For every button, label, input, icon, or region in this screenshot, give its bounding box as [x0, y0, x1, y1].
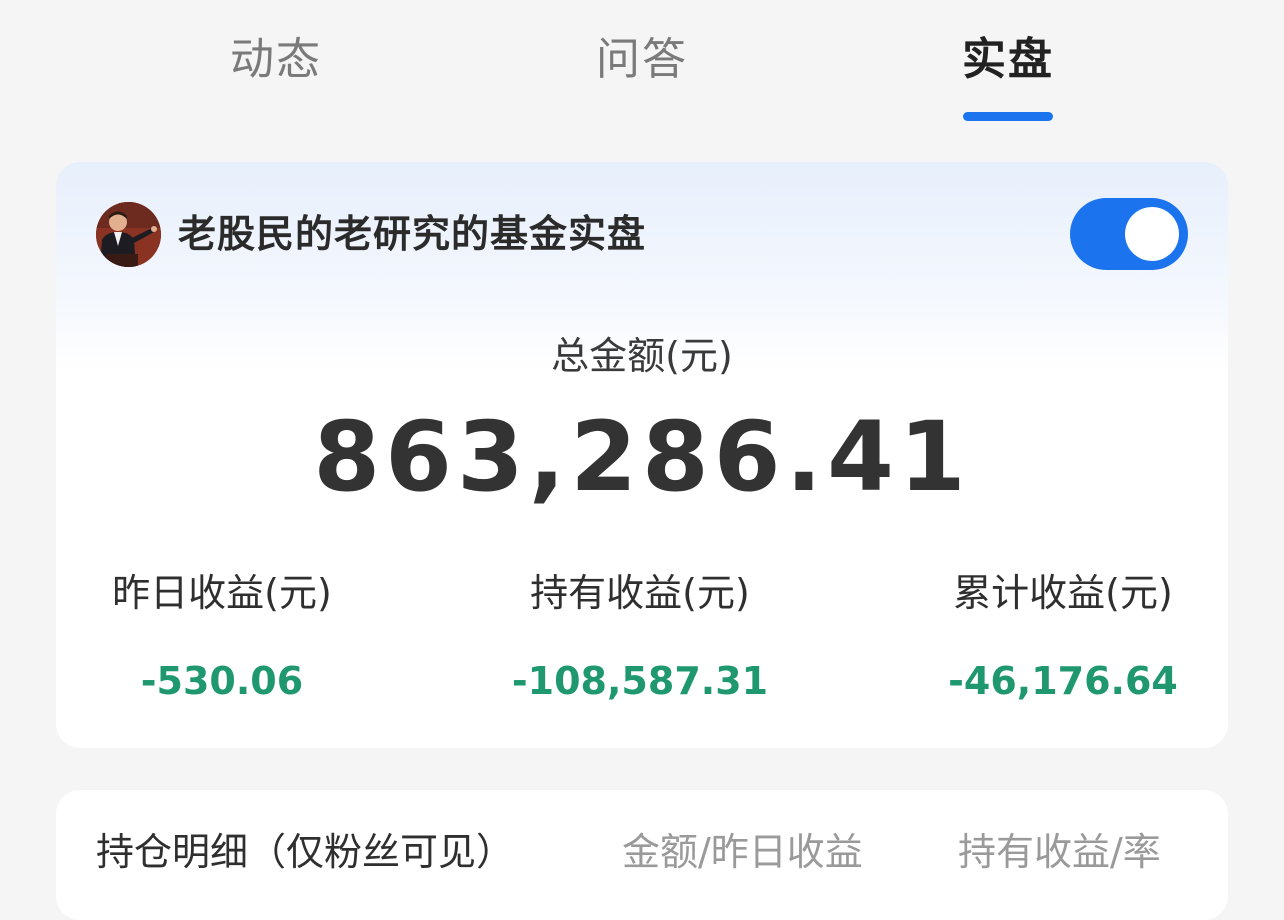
avatar-image: [96, 202, 161, 267]
stat-label: 累计收益(元): [953, 571, 1173, 615]
total-amount-value: 863,286.41: [313, 401, 971, 513]
tab-qa[interactable]: 问答: [592, 28, 692, 92]
toggle-knob: [1125, 207, 1179, 261]
tab-real-portfolio[interactable]: 实盘: [958, 28, 1058, 92]
stat-value: -530.06: [140, 659, 304, 703]
stat-label: 昨日收益(元): [112, 571, 332, 615]
tab-dynamics[interactable]: 动态: [226, 28, 326, 92]
total-amount-label: 总金额(元): [551, 334, 733, 378]
tab-bar: 动态 问答 实盘: [0, 0, 1284, 140]
stat-label: 持有收益(元): [530, 571, 750, 615]
visibility-toggle[interactable]: [1070, 198, 1188, 270]
portfolio-summary-card: 老股民的老研究的基金实盘 总金额(元) 863,286.41 昨日收益(元) -…: [56, 162, 1228, 748]
stat-cumulative-profit: 累计收益(元) -46,176.64: [928, 566, 1198, 706]
account-name: 老股民的老研究的基金实盘: [178, 212, 647, 256]
holdings-col-amount[interactable]: 金额/昨日收益: [622, 824, 863, 880]
holdings-title: 持仓明细（仅粉丝可见）: [96, 830, 515, 874]
holdings-col-profit-rate[interactable]: 持有收益/率: [958, 824, 1161, 880]
stat-value: -108,587.31: [511, 659, 769, 703]
stat-yesterday-profit: 昨日收益(元) -530.06: [92, 566, 352, 706]
stat-holding-profit: 持有收益(元) -108,587.31: [500, 566, 780, 706]
active-tab-indicator: [963, 112, 1053, 121]
avatar[interactable]: [96, 202, 161, 267]
stat-value: -46,176.64: [948, 659, 1178, 703]
holdings-card: 持仓明细（仅粉丝可见） 金额/昨日收益 持有收益/率: [56, 790, 1228, 920]
